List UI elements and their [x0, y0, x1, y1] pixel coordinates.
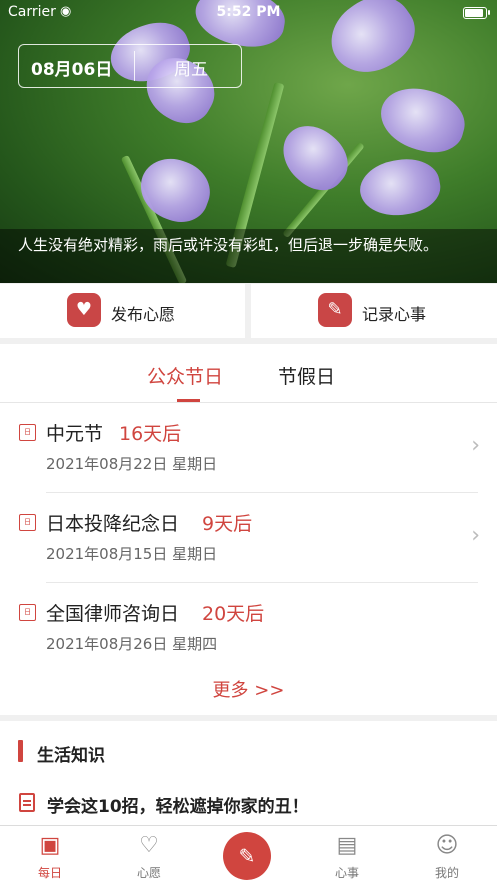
holiday-panel: 公众节日 节假日 日 中元节 16天后 2021年08月22日 星期日 › 日 … [0, 344, 497, 715]
flower-petal [270, 113, 360, 202]
record-note-button[interactable]: ✎ 记录心事 [251, 284, 497, 338]
today-weekday: 周五 [174, 60, 208, 80]
daily-quote: 人生没有绝对精彩，雨后或许没有彩虹，但后退一步确是失败。 [0, 229, 497, 283]
tab-mine-label: 我的 [434, 866, 459, 880]
tab-mine[interactable]: ☺ 我的 [417, 826, 477, 884]
clipboard-icon: ▤ [336, 833, 358, 858]
life-knowledge-section: 生活知识 学会这10招，轻松遮掉你家的丑！ [0, 721, 497, 825]
record-note-label: 记录心事 [362, 305, 427, 324]
date-box: 08月06日 周五 [18, 44, 242, 88]
calendar-icon: 日 [19, 514, 36, 531]
holiday-row[interactable]: 日 中元节 16天后 2021年08月22日 星期日 › [0, 403, 497, 493]
holiday-tabs: 公众节日 节假日 [0, 344, 497, 403]
status-time: 5:52 PM [216, 4, 281, 20]
calendar-icon: 日 [19, 424, 36, 441]
holiday-countdown: 9天后 [202, 513, 253, 535]
battery-icon [463, 7, 487, 19]
chevron-right-icon: › [471, 433, 480, 458]
hero-banner: Carrier ◉ 5:52 PM 08月06日 周五 人生没有绝对精彩，雨后或… [0, 0, 497, 283]
tab-daily-label: 每日 [37, 866, 62, 880]
flower-petal [373, 80, 472, 160]
calendar-icon: ▣ [39, 833, 61, 858]
holiday-name: 日本投降纪念日 [46, 513, 180, 535]
note-edit-icon: ✎ [318, 293, 352, 327]
holiday-date: 2021年08月15日 星期日 [46, 545, 218, 563]
heart-icon: ♡ [139, 833, 159, 858]
section-title: 生活知识 [37, 746, 105, 766]
bottom-tab-bar: ▣ 每日 ♡ 心愿 ✎ ▤ 心事 ☺ 我的 [0, 825, 497, 884]
tab-wish-label: 心愿 [136, 866, 161, 880]
publish-wish-label: 发布心愿 [111, 305, 176, 324]
tab-wish[interactable]: ♡ 心愿 [119, 826, 179, 884]
active-tab-indicator [177, 399, 200, 402]
holiday-date: 2021年08月22日 星期日 [46, 455, 218, 473]
today-date: 08月06日 [31, 60, 113, 80]
more-holidays-link[interactable]: 更多 >> [0, 676, 497, 702]
tab-public-festivals[interactable]: 公众节日 [147, 362, 223, 389]
flower-petal [355, 153, 445, 222]
holiday-date: 2021年08月26日 星期四 [46, 635, 218, 653]
article-link[interactable]: 学会这10招，轻松遮掉你家的丑！ [47, 792, 309, 817]
status-bar: Carrier ◉ 5:52 PM [0, 0, 497, 26]
section-accent-bar [18, 740, 23, 762]
document-icon [19, 793, 35, 812]
battery-tip [488, 10, 490, 15]
flower-petal [131, 149, 219, 231]
quick-actions: ♥ 发布心愿 ✎ 记录心事 [0, 284, 497, 338]
holiday-countdown: 20天后 [202, 603, 265, 625]
calendar-icon: 日 [19, 604, 36, 621]
person-icon: ☺ [435, 833, 459, 858]
write-icon: ✎ [238, 844, 256, 868]
tab-mood-notes[interactable]: ▤ 心事 [317, 826, 377, 884]
holiday-row[interactable]: 日 日本投降纪念日 9天后 2021年08月15日 星期日 › [0, 493, 497, 583]
date-separator [134, 51, 135, 81]
chevron-right-icon: › [471, 523, 480, 548]
holiday-countdown: 16天后 [119, 423, 182, 445]
holiday-name: 全国律师咨询日 [46, 603, 180, 625]
write-button[interactable]: ✎ [223, 832, 271, 880]
holiday-name: 中元节 [46, 423, 104, 445]
holiday-row[interactable]: 日 全国律师咨询日 20天后 2021年08月26日 星期四 [0, 583, 497, 673]
tab-mood-notes-label: 心事 [334, 866, 359, 880]
wish-icon: ♥ [67, 293, 101, 327]
publish-wish-button[interactable]: ♥ 发布心愿 [0, 284, 245, 338]
tab-daily[interactable]: ▣ 每日 [20, 826, 80, 884]
tab-legal-holidays[interactable]: 节假日 [278, 362, 335, 389]
